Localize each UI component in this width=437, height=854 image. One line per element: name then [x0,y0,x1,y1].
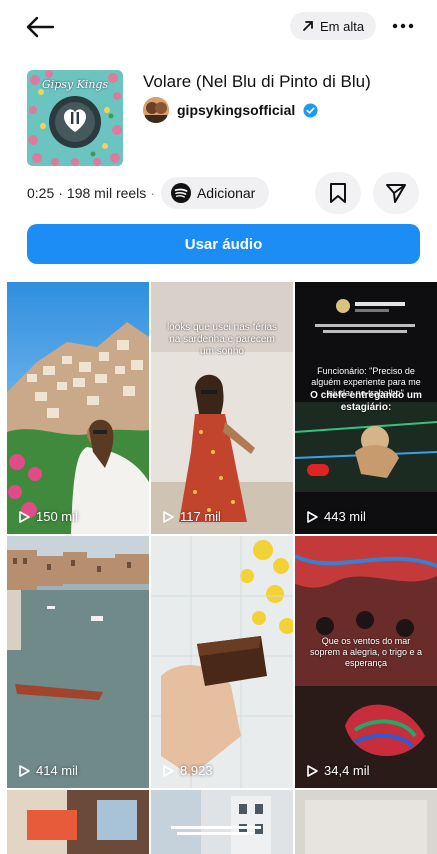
album-cover[interactable]: Gipsy Kings [27,70,123,166]
play-icon [19,764,30,777]
back-button[interactable] [22,10,58,44]
send-icon [386,184,406,203]
reel-image [7,790,149,854]
reel-thumbnail[interactable]: looks que usei nas férias na sardenha e … [151,282,293,534]
add-label: Adicionar [196,185,256,201]
reel-image [295,790,437,854]
reel-thumbnail[interactable] [7,790,149,854]
bookmark-icon [330,183,346,203]
save-audio-button[interactable] [315,172,361,214]
reel-views: 150 mil [17,509,78,524]
stats-separator: · [150,185,155,201]
reel-views-count: 443 mil [324,509,366,524]
trending-label: Em alta [320,18,365,34]
more-options-button[interactable] [386,12,420,40]
reel-thumbnail[interactable]: Que os ventos do mar soprem a alegria, o… [295,536,437,788]
reel-overlay-text: looks que usei nas férias na sardenha e … [166,322,278,357]
reel-overlay-text: Que os ventos do mar soprem a alegria, o… [309,636,423,668]
reel-views-count: 414 mil [36,763,78,778]
share-audio-button[interactable] [373,172,419,214]
play-icon [163,510,174,523]
artist-name: gipsykingsofficial [177,102,296,118]
top-bar: Em alta [0,0,437,56]
verified-badge-icon [303,102,318,118]
reel-views: 414 mil [17,763,78,778]
reel-thumbnail[interactable]: 150 mil [7,282,149,534]
play-icon [307,510,318,523]
reel-image [151,282,293,534]
arrow-left-icon [26,16,55,38]
ellipsis-icon [392,23,414,29]
reel-thumbnail[interactable]: Funcionário: "Preciso de alguém experien… [295,282,437,534]
stats-dot: · [58,185,63,201]
reel-views-count: 8.923 [180,763,213,778]
audio-stats-row: 0:25 · 198 mil reels · Adicionar [27,176,270,210]
reel-thumbnail[interactable]: 414 mil [7,536,149,788]
reel-views: 8.923 [161,763,213,778]
play-icon [163,764,174,777]
reel-image [7,282,149,534]
reel-views: 34,4 mil [305,763,370,778]
artist-link[interactable]: gipsykingsofficial [143,97,318,123]
reel-views: 443 mil [305,509,366,524]
reel-image [151,790,293,854]
artist-avatar [143,97,169,123]
play-icon [307,764,318,777]
reel-thumbnail[interactable]: 8.923 [151,536,293,788]
reel-overlay-text: O chefe entregando um estagiário: [310,390,422,413]
reels-grid: 150 mil looks que usei nas férias na sar… [7,282,437,854]
reels-count: 198 mil reels [66,185,147,201]
reel-thumbnail[interactable] [295,790,437,854]
album-cover-title: Gipsy Kings [41,78,109,91]
use-audio-button[interactable]: Usar áudio [27,224,420,264]
reel-views: 117 mil [161,509,221,524]
arrow-up-right-icon [303,21,313,31]
reel-views-count: 150 mil [36,509,78,524]
trending-button[interactable]: Em alta [290,12,377,40]
add-to-spotify-button[interactable]: Adicionar [160,177,270,209]
reel-thumbnail[interactable] [151,790,293,854]
reel-image [7,536,149,788]
spotify-icon [170,183,191,203]
play-icon [19,510,30,523]
song-title: Volare (Nel Blu di Pinto di Blu) [143,72,371,91]
reel-views-count: 117 mil [180,509,221,524]
reel-views-count: 34,4 mil [324,763,370,778]
audio-duration: 0:25 [27,185,55,201]
reel-image [151,536,293,788]
